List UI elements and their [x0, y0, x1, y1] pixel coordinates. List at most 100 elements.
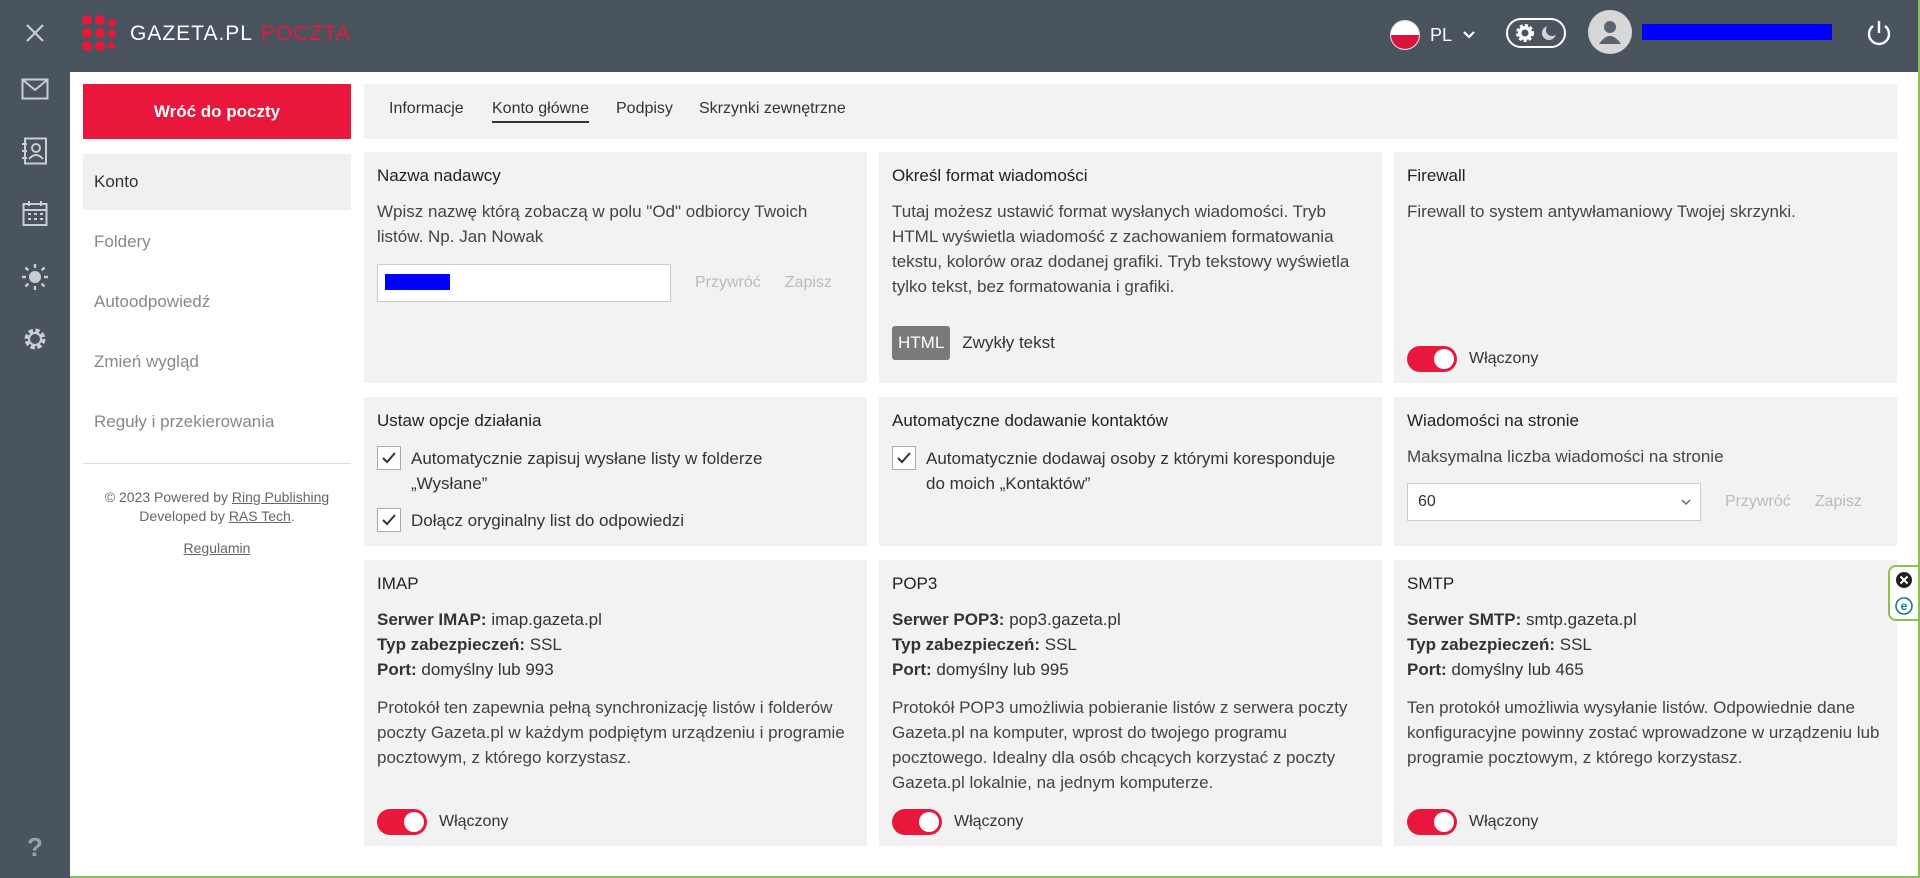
sender-restore-button[interactable]: Przywróć [695, 274, 761, 292]
imap-server: Serwer IMAP: imap.gazeta.pl [377, 610, 602, 629]
check-icon [382, 452, 396, 464]
tab-podpisy[interactable]: Podpisy [616, 100, 673, 121]
save-sent-checkbox[interactable] [377, 446, 401, 470]
developed-suffix: . [290, 508, 295, 524]
close-circle-icon[interactable] [1895, 571, 1913, 589]
auto-contacts-checkbox[interactable] [892, 446, 916, 470]
tab-informacje[interactable]: Informacje [389, 100, 464, 121]
pop3-security: Typ zabezpieczeń: SSL [892, 635, 1077, 654]
auto-contacts-title: Automatyczne dodawanie kontaktów [892, 411, 1168, 430]
regulamin-link[interactable]: Regulamin [83, 539, 351, 558]
firewall-card: Firewall Firewall to system antywłamanio… [1394, 152, 1897, 383]
tab-konto-glowne[interactable]: Konto główne [492, 100, 589, 123]
pop3-state: Włączony [954, 813, 1024, 830]
smtp-switch[interactable] [1407, 809, 1457, 835]
nav-item-foldery[interactable]: Foldery [83, 214, 351, 270]
sender-save-button[interactable]: Zapisz [785, 274, 832, 292]
pop3-desc: Protokół POP3 umożliwia pobieranie listó… [892, 698, 1348, 792]
ring-publishing-link[interactable]: Ring Publishing [232, 489, 329, 505]
messages-per-page-value: 60 [1418, 493, 1436, 510]
logo-mark [82, 15, 120, 53]
format-toggle: HTML Zwykły tekst [892, 326, 1055, 360]
settings-icon[interactable] [0, 314, 70, 364]
imap-desc: Protokół ten zapewnia pełną synchronizac… [377, 698, 845, 767]
attach-original-label: Dołącz oryginalny list do odpowiedzi [411, 511, 685, 530]
sender-name-card: Nazwa nadawcy Wpisz nazwę którą zobaczą … [364, 152, 867, 383]
message-format-desc: Tutaj możesz ustawić format wysłanych wi… [892, 202, 1350, 296]
smtp-state: Włączony [1469, 813, 1539, 830]
smtp-card: SMTP Serwer SMTP: smtp.gazeta.pl Typ zab… [1394, 560, 1897, 846]
pop3-card: POP3 Serwer POP3: pop3.gazeta.pl Typ zab… [879, 560, 1382, 846]
firewall-desc: Firewall to system antywłamaniowy Twojej… [1407, 202, 1796, 221]
options-title: Ustaw opcje działania [377, 411, 542, 430]
nav-divider [83, 463, 351, 464]
back-to-mail-button[interactable]: Wróć do poczty [83, 84, 351, 139]
sender-name-title: Nazwa nadawcy [377, 166, 501, 185]
check-icon [897, 452, 911, 464]
help-icon[interactable]: ? [0, 822, 70, 872]
firewall-state: Włączony [1469, 350, 1539, 367]
svg-text:e: e [1901, 599, 1908, 613]
format-plain-option[interactable]: Zwykły tekst [962, 333, 1055, 353]
svg-text:?: ? [27, 834, 43, 860]
logo[interactable]: GAZETA.PL POCZTA [82, 14, 351, 54]
nav-item-zmien-wyglad[interactable]: Zmień wygląd [83, 334, 351, 390]
nav-item-konto[interactable]: Konto [83, 154, 351, 210]
logo-text: GAZETA.PL POCZTA [130, 22, 351, 46]
powered-by-text: © 2023 Powered by [104, 489, 228, 505]
language-selector[interactable]: PL [1390, 17, 1476, 53]
check-icon [382, 514, 396, 526]
power-icon[interactable] [1864, 18, 1894, 48]
tab-skrzynki-zewnetrzne[interactable]: Skrzynki zewnętrzne [699, 100, 846, 121]
imap-port: Port: domyślny lub 993 [377, 660, 554, 679]
mail-icon[interactable] [0, 64, 70, 114]
top-bar: GAZETA.PL POCZTA PL [70, 0, 1918, 72]
pop3-title: POP3 [892, 574, 938, 593]
pop3-port: Port: domyślny lub 995 [892, 660, 1069, 679]
language-label: PL [1430, 24, 1453, 45]
sender-name-input[interactable] [377, 264, 671, 302]
nav-item-autoodpowiedz[interactable]: Autoodpowiedź [83, 274, 351, 330]
moon-icon [1541, 24, 1558, 40]
close-icon[interactable] [0, 8, 70, 58]
avatar[interactable] [1588, 10, 1632, 54]
save-sent-label: Automatycznie zapisuj wysłane listy w fo… [411, 449, 763, 493]
firewall-switch[interactable] [1407, 346, 1457, 372]
format-html-option[interactable]: HTML [892, 326, 951, 360]
messages-per-page-select[interactable]: 60 [1407, 483, 1701, 521]
nav-item-reguly[interactable]: Reguły i przekierowania [83, 394, 351, 450]
sender-name-desc: Wpisz nazwę którą zobaczą w polu "Od" od… [377, 202, 808, 246]
left-rail: ? [0, 0, 70, 878]
message-format-card: Określ format wiadomości Tutaj możesz us… [879, 152, 1382, 383]
user-email-redacted[interactable] [1642, 24, 1832, 40]
user-icon [1599, 21, 1621, 44]
brand-name: GAZETA.PL [130, 22, 253, 45]
imap-state: Włączony [439, 813, 509, 830]
flag-pl-icon [1390, 20, 1420, 50]
smtp-port: Port: domyślny lub 465 [1407, 660, 1584, 679]
nav-footer: © 2023 Powered by Ring Publishing Develo… [83, 488, 351, 558]
chevron-down-icon [1463, 31, 1475, 39]
brand-product: POCZTA [260, 22, 351, 45]
attach-original-checkbox[interactable] [377, 508, 401, 532]
chevron-down-icon [1681, 499, 1691, 506]
calendar-icon[interactable] [0, 189, 70, 239]
imap-title: IMAP [377, 574, 419, 593]
imap-card: IMAP Serwer IMAP: imap.gazeta.pl Typ zab… [364, 560, 867, 846]
theme-toggle[interactable] [1506, 18, 1566, 48]
weather-icon[interactable] [0, 252, 70, 302]
imap-security: Typ zabezpieczeń: SSL [377, 635, 562, 654]
sender-name-redacted [385, 274, 450, 290]
extension-e-icon[interactable]: e [1895, 597, 1913, 615]
pop3-switch[interactable] [892, 809, 942, 835]
messages-per-page-desc: Maksymalna liczba wiadomości na stronie [1407, 447, 1724, 466]
imap-switch[interactable] [377, 809, 427, 835]
messages-per-page-card: Wiadomości na stronie Maksymalna liczba … [1394, 397, 1897, 546]
extension-widget: e [1888, 565, 1918, 621]
ras-tech-link[interactable]: RAS Tech [229, 508, 291, 524]
contacts-icon[interactable] [0, 126, 70, 176]
firewall-title: Firewall [1407, 166, 1466, 185]
perpage-save-button[interactable]: Zapisz [1815, 493, 1862, 511]
perpage-restore-button[interactable]: Przywróć [1725, 493, 1791, 511]
message-format-title: Określ format wiadomości [892, 166, 1088, 185]
